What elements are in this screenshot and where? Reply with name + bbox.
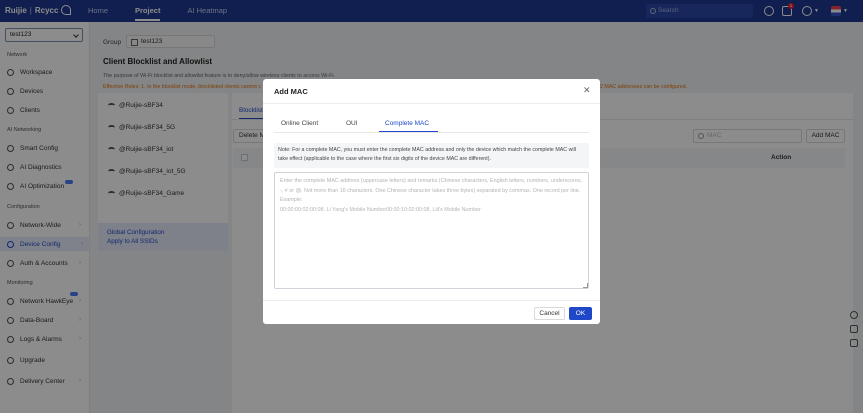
tab-online-client[interactable]: Online Client — [281, 120, 318, 127]
dialog-header-divider — [263, 103, 600, 104]
resize-handle-icon[interactable] — [583, 283, 588, 288]
cancel-button[interactable]: Cancel — [534, 307, 565, 320]
complete-mac-note: Note: For a complete MAC, you must enter… — [274, 143, 589, 168]
dialog-footer-divider — [263, 300, 600, 301]
close-icon[interactable]: ✕ — [583, 86, 591, 95]
tab-divider — [274, 132, 589, 133]
tab-complete-mac[interactable]: Complete MAC — [385, 120, 429, 127]
ok-button[interactable]: OK — [569, 307, 592, 320]
mac-entries-textarea[interactable]: Enter the complete MAC address (uppercas… — [274, 172, 589, 289]
add-mac-dialog: Add MAC ✕ Online Client OUI Complete MAC… — [263, 79, 600, 324]
tab-oui[interactable]: OUI — [346, 120, 358, 127]
dialog-title: Add MAC — [274, 87, 308, 96]
